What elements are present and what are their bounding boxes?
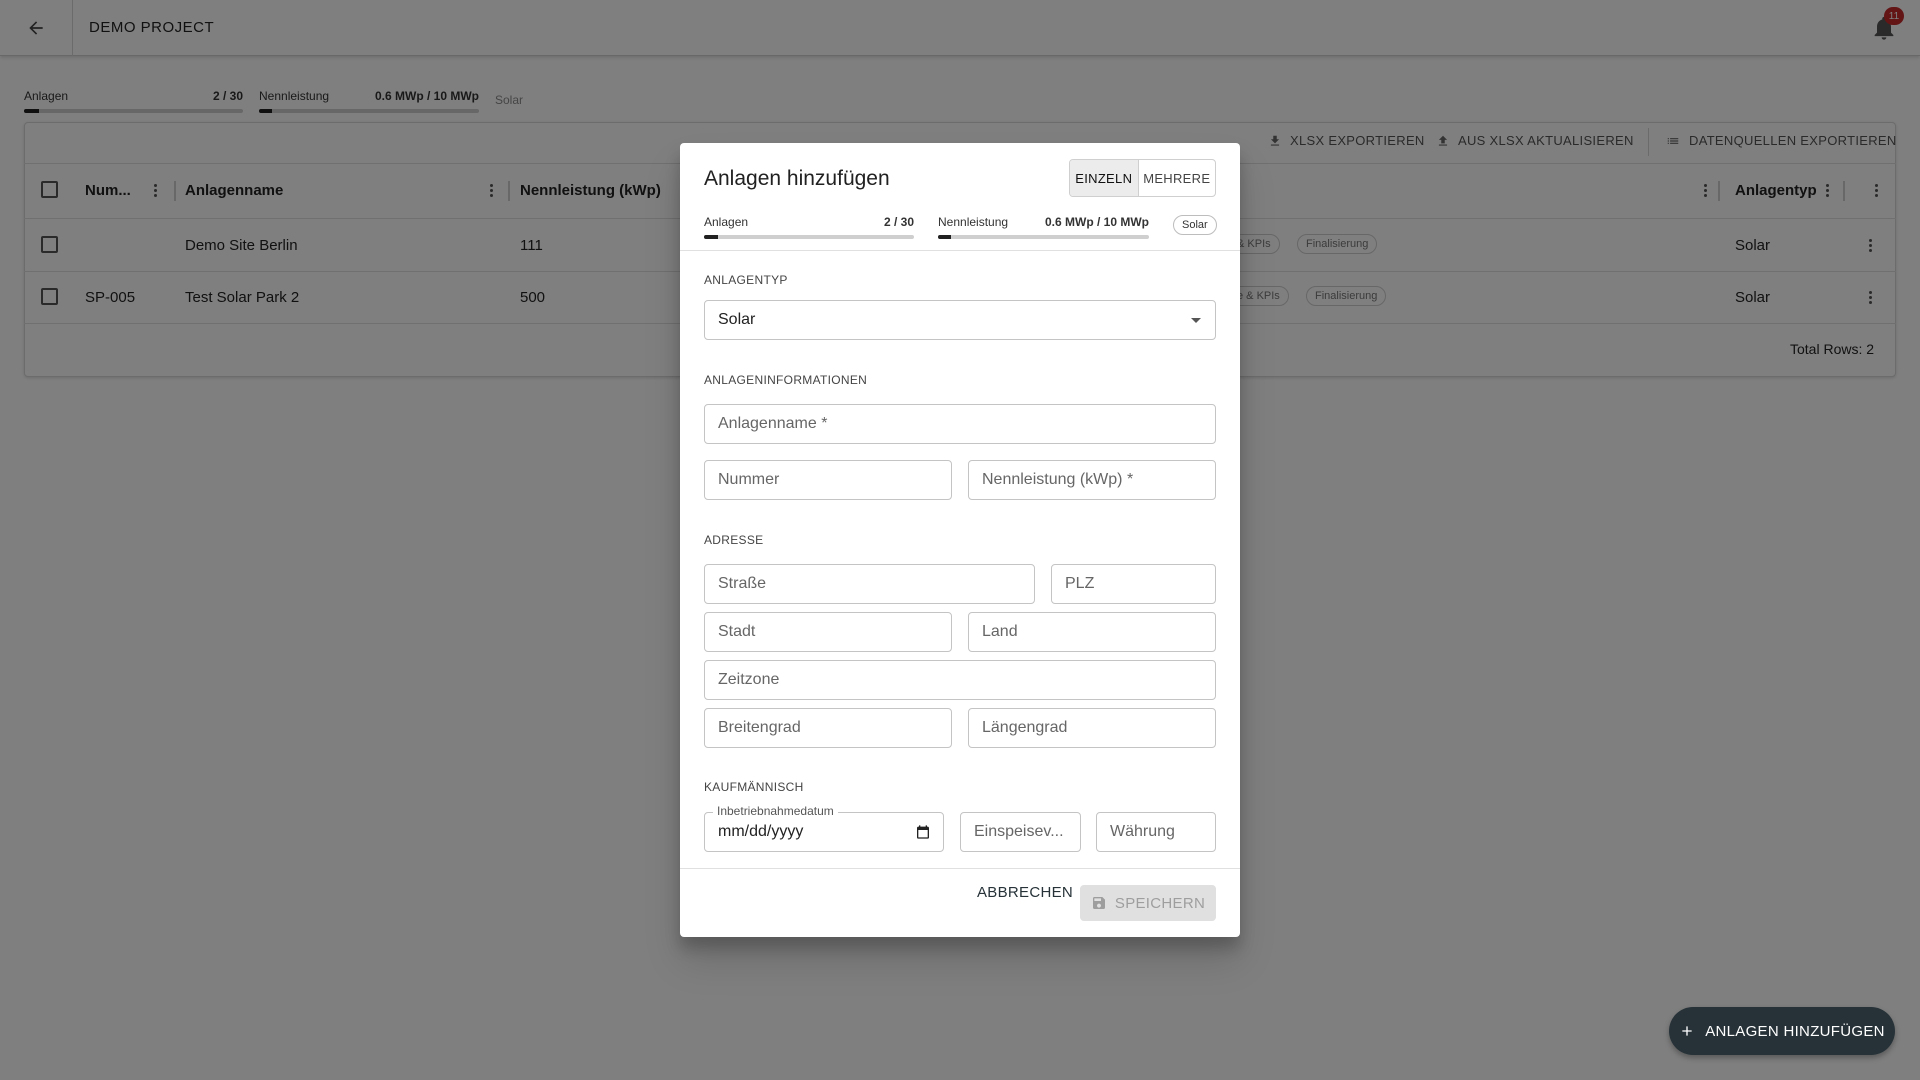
mode-multiple-button[interactable]: MEHRERE [1139,160,1215,196]
save-icon [1092,897,1105,909]
dialog-plants-label: Anlagen [704,215,749,229]
add-plants-dialog: Anlagen hinzufügen EINZELN MEHRERE Anlag… [680,143,1240,937]
section-plant-info: ANLAGENINFORMATIONEN [704,373,868,387]
timezone-input[interactable]: Zeitzone [704,660,1216,700]
city-input[interactable]: Stadt [704,612,952,652]
caret-down-icon [1191,318,1201,323]
plant-type-select[interactable]: Solar [704,300,1216,340]
add-plants-fab[interactable]: ANLAGEN HINZUFÜGEN [1669,1007,1895,1055]
plant-capacity-input[interactable]: Nennleistung (kWp) * [968,460,1216,500]
zip-input[interactable]: PLZ [1051,564,1216,604]
dialog-plants-progress [704,235,914,239]
dialog-footer-divider [680,868,1240,869]
dialog-capacity-label: Nennleistung [938,215,1009,229]
plant-number-input[interactable]: Nummer [704,460,952,500]
country-input[interactable]: Land [968,612,1216,652]
street-input[interactable]: Straße [704,564,1035,604]
add-plants-fab-label: ANLAGEN HINZUFÜGEN [1705,1022,1885,1040]
section-plant-type: ANLAGENTYP [704,273,788,287]
dialog-plants-value: 2 / 30 [883,215,914,229]
cancel-button[interactable]: ABBRECHEN [977,884,1073,901]
commissioning-date-input[interactable]: mm/dd/yyyy [704,812,944,852]
plant-type-value: Solar [718,311,756,328]
dialog-capacity-value: 0.6 MWp / 10 MWp [1044,215,1149,229]
commissioning-date-label: Inbetriebnahmedatum [713,804,838,818]
feed-in-tariff-input[interactable]: Einspeisev... [960,812,1081,852]
section-commercial: KAUFMÄNNISCH [704,780,804,794]
plus-icon [1682,1026,1692,1036]
dialog-type-chip: Solar [1173,215,1217,235]
dialog-capacity-progress [938,235,1149,239]
latitude-input[interactable]: Breitengrad [704,708,952,748]
save-button[interactable]: SPEICHERN [1080,885,1216,921]
mode-single-button[interactable]: EINZELN [1070,160,1139,196]
section-address: ADRESSE [704,533,764,547]
dialog-header-divider [680,250,1240,251]
commissioning-date-value: mm/dd/yyyy [718,823,804,840]
save-button-label: SPEICHERN [1114,894,1206,912]
mode-toggle: EINZELN MEHRERE [1069,159,1216,197]
plant-name-input[interactable]: Anlagenname * [704,404,1216,444]
dialog-title: Anlagen hinzufügen [704,167,890,190]
longitude-input[interactable]: Längengrad [968,708,1216,748]
currency-input[interactable]: Währung [1096,812,1216,852]
calendar-icon[interactable] [915,824,931,840]
